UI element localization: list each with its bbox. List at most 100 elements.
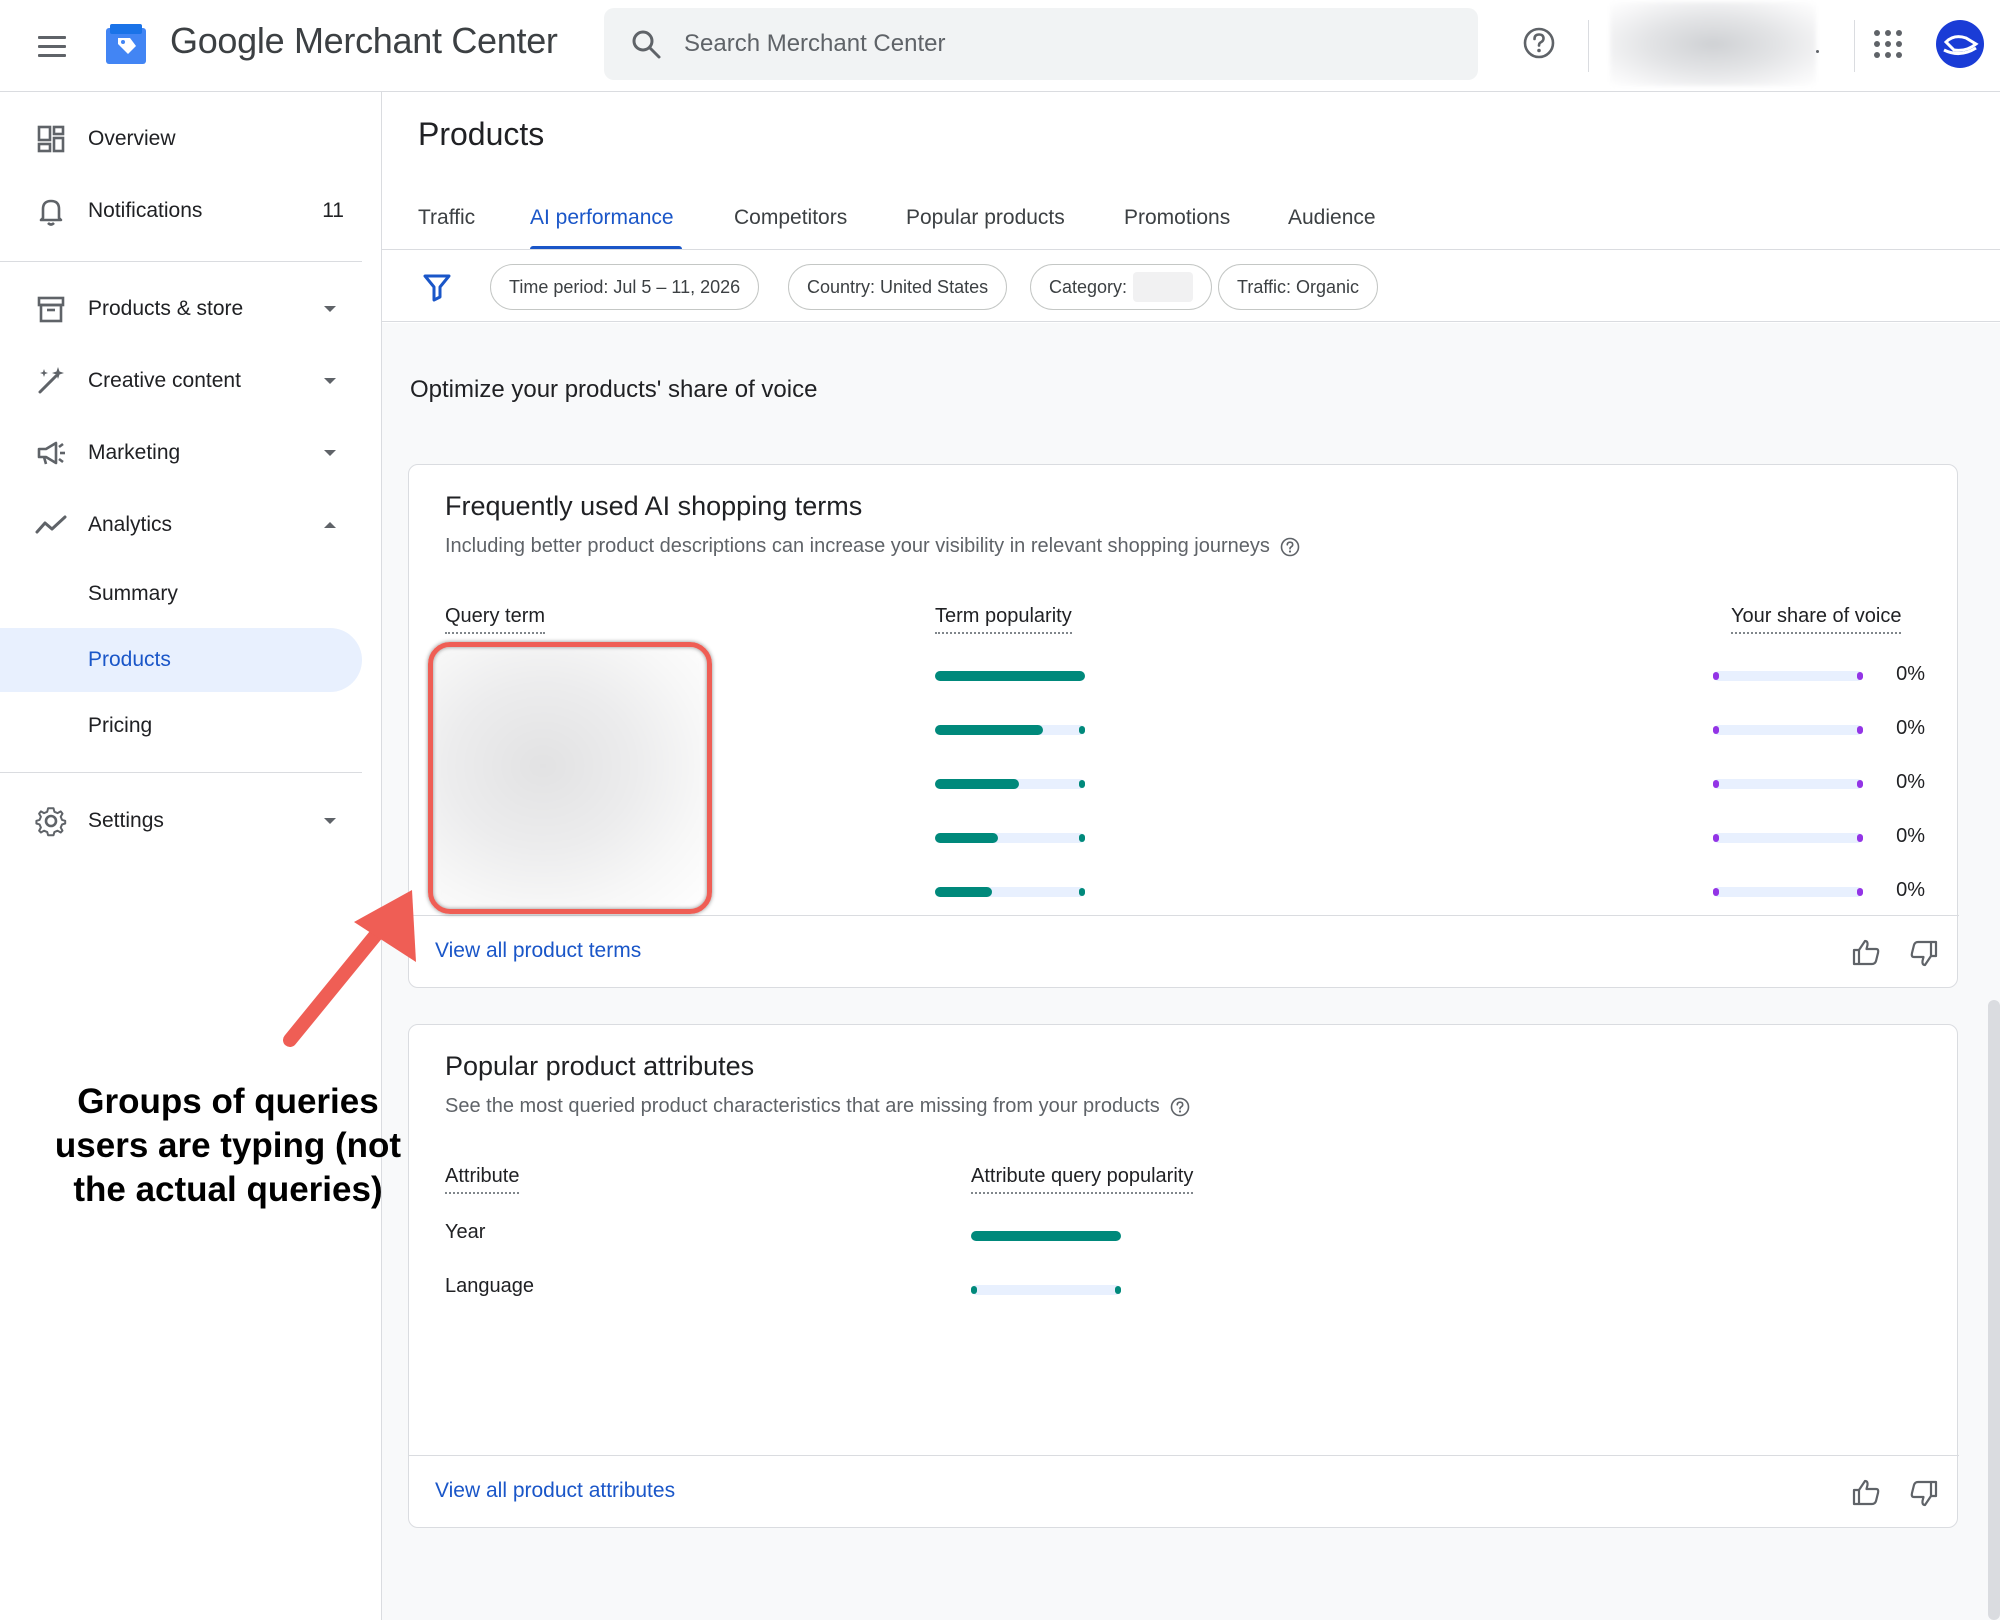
magic-wand-icon [38,367,64,394]
sidebar-item-label: Analytics [88,513,173,536]
sidebar-item-overview[interactable]: Overview [0,106,362,172]
term-popularity-bar-fill [935,887,992,897]
sidebar-item-creative-content[interactable]: Creative content [0,348,362,414]
sidebar-item-analytics[interactable]: Analytics [0,492,362,558]
share-of-voice-value: 0% [1896,879,1925,901]
sidebar-item-notifications[interactable]: Notifications 11 [0,178,362,244]
category-filter-chip[interactable]: Category: [1030,264,1213,310]
card-subtitle: See the most queried product characteris… [445,1095,1190,1118]
bar-end-marker [1857,888,1863,896]
bar-end-marker [1079,834,1085,842]
filter-bar: Time period: Jul 5 – 11, 2026 Country: U… [382,250,2000,322]
search-bar[interactable] [604,8,1478,80]
share-of-voice-bar [1713,725,1863,735]
share-of-voice-bar [1713,887,1863,897]
notification-count: 11 [322,199,344,222]
help-icon[interactable] [1280,537,1300,557]
bar-end-marker [1713,726,1719,734]
bar-end-marker [1713,672,1719,680]
app-title[interactable]: Google Merchant Center [170,20,558,62]
share-of-voice-value: 0% [1896,663,1925,685]
sidebar: Overview Notifications 11 Products & sto… [0,92,382,1620]
main-menu-button[interactable] [34,28,70,64]
tab-popular-products[interactable]: Popular products [906,186,1065,250]
merchant-center-logo[interactable] [104,22,148,66]
filter-icon[interactable] [422,272,452,302]
share-of-voice-value: 0% [1896,771,1925,793]
help-icon[interactable] [1170,1097,1190,1117]
tab-audience[interactable]: Audience [1288,186,1376,250]
term-popularity-bar-fill [935,725,1043,735]
chevron-down-icon [324,306,336,312]
time-period-filter-chip[interactable]: Time period: Jul 5 – 11, 2026 [490,264,760,310]
thumbs-up-icon[interactable] [1851,1477,1881,1507]
term-popularity-bar-fill [935,779,1019,789]
page-title: Products [418,116,545,152]
card-divider [409,915,1959,916]
search-icon[interactable] [630,28,662,60]
term-popularity-bar [935,671,1085,681]
annotation-text: Groups of queries users are typing (not … [54,1082,402,1209]
sidebar-item-label: Creative content [88,369,241,392]
view-all-product-terms-link[interactable]: View all product terms [435,939,641,963]
share-of-voice-column-header[interactable]: Your share of voice [1731,605,1902,634]
bar-end-marker [1857,726,1863,734]
term-popularity-column-header[interactable]: Term popularity [935,605,1072,634]
bar-end-marker [1079,726,1085,734]
traffic-filter-chip[interactable]: Traffic: Organic [1218,264,1379,310]
top-app-bar: Google Merchant Center [0,0,2000,92]
sidebar-item-products-store[interactable]: Products & store [0,276,362,342]
tab-competitors[interactable]: Competitors [734,186,847,250]
chip-label: Category: [1049,276,1128,297]
sidebar-subitem-products[interactable]: Products [0,628,362,692]
chevron-down-icon [324,450,336,456]
chevron-down-icon [324,818,336,824]
attribute-column-header[interactable]: Attribute [445,1165,520,1194]
bar-end-marker [971,1286,977,1294]
tab-ai-performance[interactable]: AI performance [530,186,674,250]
help-icon[interactable] [1522,26,1556,60]
sidebar-item-label: Products [88,648,171,671]
share-of-voice-value: 0% [1896,717,1925,739]
attribute-popularity-column-header[interactable]: Attribute query popularity [971,1165,1194,1194]
annotation-arrow-icon [283,890,416,1047]
scrollbar[interactable] [1988,1000,2000,1620]
sidebar-item-label: Overview [88,127,176,150]
attribute-popularity-bar [971,1285,1121,1295]
apps-grid-icon[interactable] [1874,30,1902,58]
thumbs-up-icon[interactable] [1851,937,1881,967]
sidebar-divider [0,261,362,262]
sidebar-item-label: Marketing [88,441,181,464]
card-title: Frequently used AI shopping terms [445,491,863,521]
tab-promotions[interactable]: Promotions [1124,186,1230,250]
sidebar-item-label: Pricing [88,714,153,737]
bar-end-marker [1857,780,1863,788]
thumbs-down-icon[interactable] [1909,1479,1939,1509]
chip-label: Country: United States [807,276,989,297]
share-of-voice-bar [1713,833,1863,843]
sidebar-item-settings[interactable]: Settings [0,788,362,854]
chevron-up-icon [324,522,336,528]
thumbs-down-icon[interactable] [1909,939,1939,969]
bar-end-marker [1079,780,1085,788]
tab-traffic[interactable]: Traffic [418,186,475,250]
account-switcher[interactable] [1610,2,1816,86]
sidebar-item-marketing[interactable]: Marketing [0,420,362,486]
view-all-product-attributes-link[interactable]: View all product attributes [435,1479,675,1503]
store-box-icon [37,296,65,323]
share-of-voice-bar [1713,779,1863,789]
bar-end-marker [1857,672,1863,680]
avatar[interactable] [1936,20,1984,68]
popular-attributes-card: Popular product attributes See the most … [408,1024,1959,1528]
term-popularity-bar [935,779,1085,789]
sidebar-subitem-summary[interactable]: Summary [0,562,362,626]
attribute-label: Language [445,1275,534,1297]
sidebar-item-label: Notifications [88,199,203,222]
toolbar-divider [1588,20,1589,72]
query-term-column-header[interactable]: Query term [445,605,546,634]
megaphone-icon [37,441,65,465]
sidebar-subitem-pricing[interactable]: Pricing [0,694,362,758]
search-input[interactable] [684,8,1444,80]
country-filter-chip[interactable]: Country: United States [788,264,1008,310]
card-subtitle-text: Including better product descriptions ca… [445,535,1270,557]
